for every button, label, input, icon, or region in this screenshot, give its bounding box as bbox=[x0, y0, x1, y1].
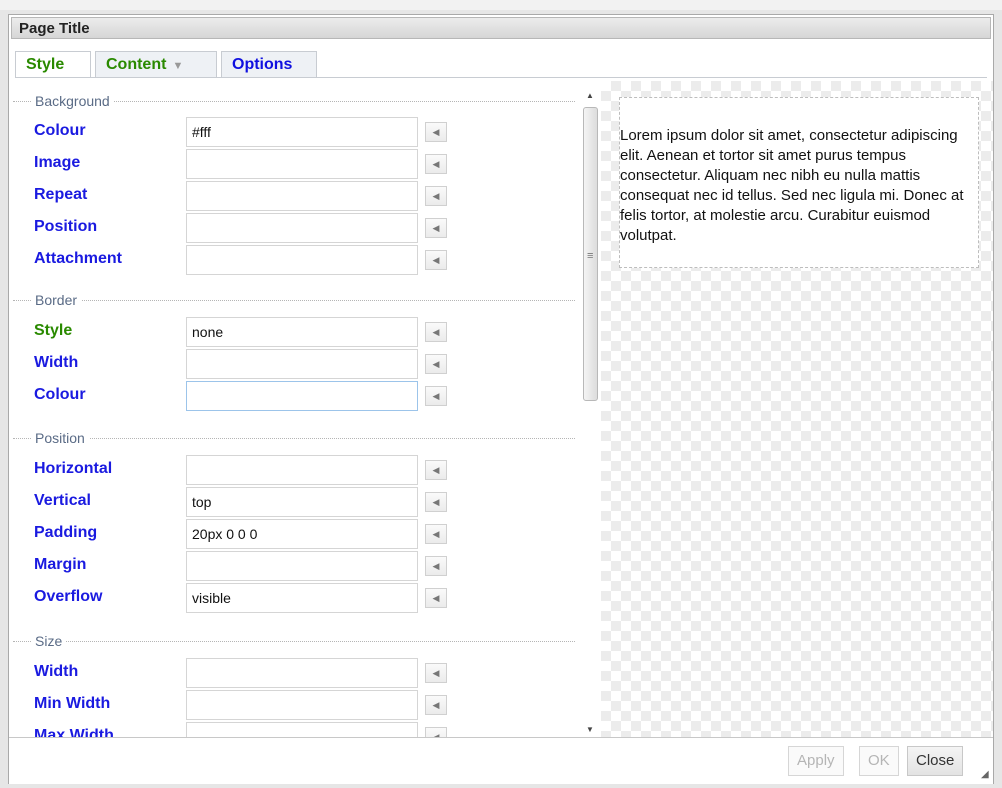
field-label: Margin bbox=[34, 556, 87, 573]
row-border-style: Style ◀ bbox=[10, 317, 580, 347]
style-dialog: Page Title Style Content ▼ Options Backgr… bbox=[8, 14, 994, 784]
row-position-vertical: Vertical ◀ bbox=[10, 487, 580, 517]
position-horizontal-input[interactable] bbox=[186, 455, 418, 485]
preview-sample-box: Lorem ipsum dolor sit amet, consectetur … bbox=[619, 97, 979, 268]
properties-scrollbar[interactable]: ▲ ≡ ▼ bbox=[581, 85, 601, 741]
tab-content-label: Content bbox=[106, 56, 167, 73]
row-border-width: Width ◀ bbox=[10, 349, 580, 379]
section-heading: Position bbox=[31, 429, 89, 447]
field-label: Attachment bbox=[34, 250, 123, 267]
dialog-footer: Apply OK Close bbox=[9, 737, 993, 784]
background-colour-input[interactable] bbox=[186, 117, 418, 147]
triangle-left-icon[interactable]: ◀ bbox=[425, 354, 447, 374]
section-position: Position bbox=[13, 429, 575, 447]
triangle-left-icon[interactable]: ◀ bbox=[425, 122, 447, 142]
chevron-down-icon: ▼ bbox=[172, 60, 184, 72]
row-background-image: Image ◀ bbox=[10, 149, 580, 179]
field-label: Width bbox=[34, 354, 79, 371]
resize-grip-icon[interactable]: ◢ bbox=[981, 769, 989, 780]
size-max-width-input[interactable] bbox=[186, 722, 418, 737]
row-size-max-width: Max Width ◀ bbox=[10, 722, 580, 737]
tab-options-label: Options bbox=[232, 56, 293, 73]
field-label: Vertical bbox=[34, 492, 91, 509]
triangle-left-icon[interactable]: ◀ bbox=[425, 460, 447, 480]
field-label: Overflow bbox=[34, 588, 103, 605]
background-attachment-input[interactable] bbox=[186, 245, 418, 275]
tab-options[interactable]: Options bbox=[221, 51, 317, 77]
triangle-left-icon[interactable]: ◀ bbox=[425, 186, 447, 206]
dialog-title: Page Title bbox=[19, 20, 90, 37]
preview-text: Lorem ipsum dolor sit amet, consectetur … bbox=[620, 127, 964, 244]
field-label: Repeat bbox=[34, 186, 88, 203]
triangle-left-icon[interactable]: ◀ bbox=[425, 250, 447, 270]
border-colour-input[interactable] bbox=[186, 381, 418, 411]
background-repeat-input[interactable] bbox=[186, 181, 418, 211]
field-label: Style bbox=[34, 322, 73, 339]
top-strip bbox=[0, 0, 1002, 10]
triangle-down-icon[interactable]: ▼ bbox=[586, 725, 594, 734]
background-position-input[interactable] bbox=[186, 213, 418, 243]
style-properties-pane: Background Colour ◀ Image ◀ Repeat ◀ Positi… bbox=[10, 79, 580, 737]
triangle-left-icon[interactable]: ◀ bbox=[425, 588, 447, 608]
position-margin-input[interactable] bbox=[186, 551, 418, 581]
size-min-width-input[interactable] bbox=[186, 690, 418, 720]
field-label: Padding bbox=[34, 524, 98, 541]
triangle-left-icon[interactable]: ◀ bbox=[425, 663, 447, 683]
triangle-left-icon[interactable]: ◀ bbox=[425, 727, 447, 737]
triangle-left-icon[interactable]: ◀ bbox=[425, 386, 447, 406]
tab-style[interactable]: Style bbox=[15, 51, 91, 78]
section-heading: Border bbox=[31, 291, 82, 309]
size-width-input[interactable] bbox=[186, 658, 418, 688]
apply-button[interactable]: Apply bbox=[788, 746, 844, 776]
section-heading: Size bbox=[31, 632, 67, 650]
field-label: Horizontal bbox=[34, 460, 113, 477]
border-style-input[interactable] bbox=[186, 317, 418, 347]
row-position-overflow: Overflow ◀ bbox=[10, 583, 580, 613]
row-background-attachment: Attachment ◀ bbox=[10, 245, 580, 275]
row-background-position: Position ◀ bbox=[10, 213, 580, 243]
background-image-input[interactable] bbox=[186, 149, 418, 179]
field-label: Image bbox=[34, 154, 81, 171]
triangle-left-icon[interactable]: ◀ bbox=[425, 695, 447, 715]
border-width-input[interactable] bbox=[186, 349, 418, 379]
row-border-colour: Colour ◀ bbox=[10, 381, 580, 411]
field-label: Position bbox=[34, 218, 98, 235]
position-overflow-input[interactable] bbox=[186, 583, 418, 613]
field-label: Width bbox=[34, 663, 79, 680]
field-label: Colour bbox=[34, 122, 86, 139]
style-preview-pane: Lorem ipsum dolor sit amet, consectetur … bbox=[601, 81, 993, 741]
row-size-min-width: Min Width ◀ bbox=[10, 690, 580, 720]
triangle-left-icon[interactable]: ◀ bbox=[425, 556, 447, 576]
scrollbar-thumb[interactable]: ≡ bbox=[583, 107, 598, 401]
triangle-left-icon[interactable]: ◀ bbox=[425, 154, 447, 174]
section-background: Background bbox=[13, 92, 575, 110]
triangle-up-icon[interactable]: ▲ bbox=[586, 91, 594, 100]
tab-style-label: Style bbox=[26, 56, 65, 73]
triangle-left-icon[interactable]: ◀ bbox=[425, 524, 447, 544]
triangle-left-icon[interactable]: ◀ bbox=[425, 218, 447, 238]
row-size-width: Width ◀ bbox=[10, 658, 580, 688]
ok-button[interactable]: OK bbox=[859, 746, 899, 776]
field-label: Min Width bbox=[34, 695, 111, 712]
triangle-left-icon[interactable]: ◀ bbox=[425, 492, 447, 512]
section-border: Border bbox=[13, 291, 575, 309]
row-position-padding: Padding ◀ bbox=[10, 519, 580, 549]
close-button[interactable]: Close bbox=[907, 746, 964, 776]
dialog-titlebar[interactable]: Page Title bbox=[11, 17, 991, 39]
triangle-left-icon[interactable]: ◀ bbox=[425, 322, 447, 342]
section-heading: Background bbox=[31, 92, 114, 110]
position-vertical-input[interactable] bbox=[186, 487, 418, 517]
position-padding-input[interactable] bbox=[186, 519, 418, 549]
section-size: Size bbox=[13, 632, 575, 650]
tab-content[interactable]: Content ▼ bbox=[95, 51, 217, 77]
row-position-horizontal: Horizontal ◀ bbox=[10, 455, 580, 485]
row-background-colour: Colour ◀ bbox=[10, 117, 580, 147]
field-label: Max Width bbox=[34, 727, 114, 737]
row-position-margin: Margin ◀ bbox=[10, 551, 580, 581]
field-label: Colour bbox=[34, 386, 86, 403]
row-background-repeat: Repeat ◀ bbox=[10, 181, 580, 211]
tab-divider bbox=[15, 77, 987, 78]
grip-icon: ≡ bbox=[587, 250, 594, 262]
